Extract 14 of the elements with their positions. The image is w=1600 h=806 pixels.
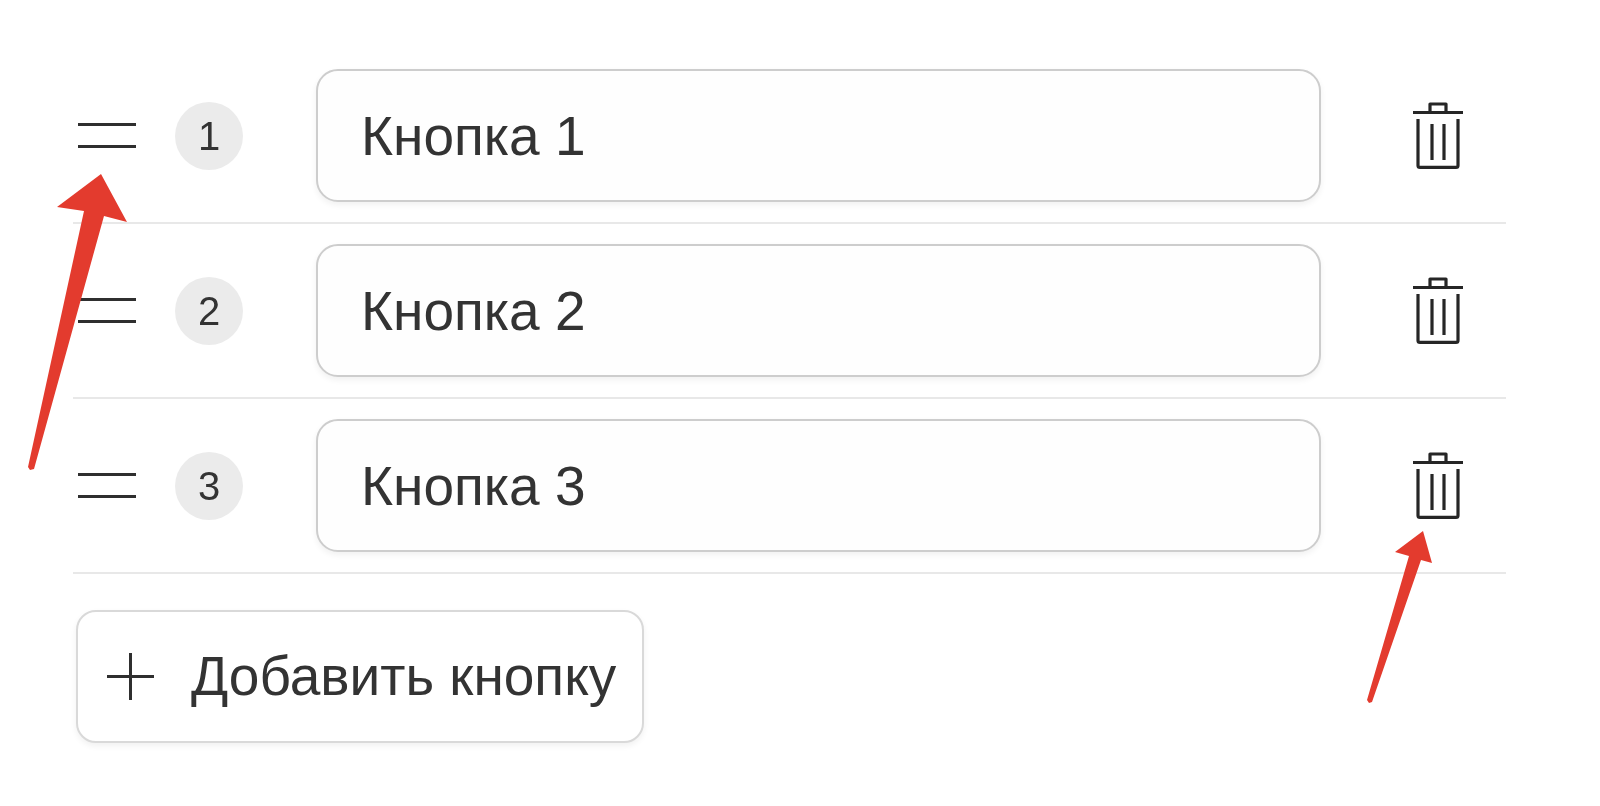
number-badge: 1 [175, 101, 243, 170]
number-badge: 2 [175, 276, 243, 345]
trash-icon[interactable] [1413, 277, 1463, 344]
drag-handle-icon[interactable] [78, 298, 136, 323]
trash-icon[interactable] [1413, 452, 1463, 519]
add-button[interactable]: Добавить кнопку [76, 610, 645, 743]
trash-icon[interactable] [1413, 102, 1463, 169]
text-input[interactable]: Кнопка 1 [316, 69, 1321, 202]
drag-handle-icon[interactable] [78, 473, 136, 498]
number-badge: 3 [175, 451, 243, 520]
drag-handle-icon[interactable] [78, 123, 136, 148]
plus-icon [107, 653, 154, 700]
text-input[interactable]: Кнопка 2 [316, 244, 1321, 377]
text-input[interactable]: Кнопка 3 [316, 419, 1321, 552]
